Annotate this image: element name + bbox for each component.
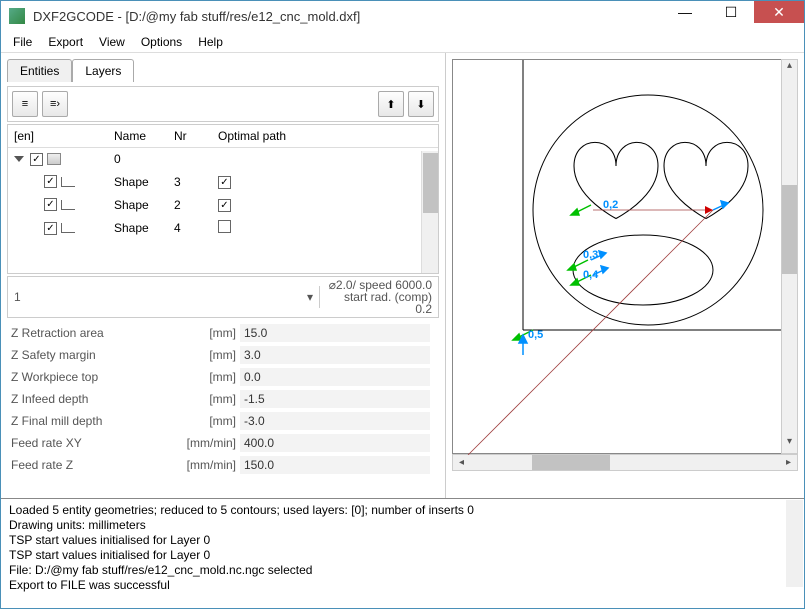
menu-bar: File Export View Options Help bbox=[1, 31, 804, 53]
param-row: Feed rate Z[mm/min]150.0 bbox=[7, 454, 439, 476]
drawing-canvas[interactable]: 0,2 0,3 0,4 0,5 bbox=[452, 59, 798, 454]
svg-text:0,3: 0,3 bbox=[583, 249, 598, 261]
feed-z-field[interactable]: 150.0 bbox=[240, 456, 430, 474]
shape-icon bbox=[61, 200, 75, 210]
menu-help[interactable]: Help bbox=[198, 35, 223, 49]
param-row: Z Safety margin[mm]3.0 bbox=[7, 344, 439, 366]
menu-file[interactable]: File bbox=[13, 35, 32, 49]
tab-entities[interactable]: Entities bbox=[7, 59, 72, 82]
col-en: [en] bbox=[14, 129, 114, 143]
log-scrollbar[interactable] bbox=[786, 500, 803, 587]
layer-selector-row: 1▾ ⌀2.0/ speed 6000.0start rad. (comp) 0… bbox=[7, 276, 439, 318]
param-row: Z Retraction area[mm]15.0 bbox=[7, 322, 439, 344]
checkbox[interactable] bbox=[44, 222, 57, 235]
shape-icon bbox=[61, 177, 75, 187]
menu-options[interactable]: Options bbox=[141, 35, 182, 49]
z-retraction-field[interactable]: 15.0 bbox=[240, 324, 430, 342]
table-row[interactable]: Shape 3 bbox=[8, 170, 438, 193]
feed-xy-field[interactable]: 400.0 bbox=[240, 434, 430, 452]
log-line: Export to FILE was successful bbox=[9, 578, 796, 593]
z-workpiece-field[interactable]: 0.0 bbox=[240, 368, 430, 386]
param-row: Z Infeed depth[mm]-1.5 bbox=[7, 388, 439, 410]
svg-text:0,2: 0,2 bbox=[603, 199, 618, 211]
canvas-vscrollbar[interactable]: ▴▾ bbox=[781, 59, 798, 454]
menu-view[interactable]: View bbox=[99, 35, 125, 49]
col-name: Name bbox=[114, 129, 174, 143]
table-row[interactable]: Shape 2 bbox=[8, 193, 438, 216]
move-up-icon[interactable]: ⬆ bbox=[378, 91, 404, 117]
close-button[interactable]: ✕ bbox=[754, 1, 804, 23]
checkbox[interactable] bbox=[218, 176, 231, 189]
param-row: Z Final mill depth[mm]-3.0 bbox=[7, 410, 439, 432]
tool-info: ⌀2.0/ speed 6000.0start rad. (comp) 0.2 bbox=[320, 277, 438, 317]
checkbox[interactable] bbox=[218, 199, 231, 212]
preview-panel: 0,2 0,3 0,4 0,5 ▴▾ ◂▸ bbox=[446, 53, 804, 498]
svg-text:0,5: 0,5 bbox=[528, 329, 543, 341]
layer-select[interactable]: 1▾ bbox=[8, 286, 320, 308]
canvas-hscrollbar[interactable]: ◂▸ bbox=[452, 454, 798, 471]
param-row: Feed rate XY[mm/min]400.0 bbox=[7, 432, 439, 454]
layer-icon bbox=[47, 153, 61, 165]
layer-toolbar: ≡ ≡› ⬆ ⬇ bbox=[7, 86, 439, 122]
z-finalmill-field[interactable]: -3.0 bbox=[240, 412, 430, 430]
layer-tree[interactable]: [en] Name Nr Optimal path 0 Shape 3 Shap… bbox=[7, 124, 439, 274]
titlebar: DXF2GCODE - [D:/@my fab stuff/res/e12_cn… bbox=[1, 1, 804, 31]
param-row: Z Workpiece top[mm]0.0 bbox=[7, 366, 439, 388]
shape-icon bbox=[61, 223, 75, 233]
col-opt: Optimal path bbox=[204, 129, 314, 143]
log-line: TSP start values initialised for Layer 0 bbox=[9, 548, 796, 563]
checkbox[interactable] bbox=[30, 153, 43, 166]
log-output: Loaded 5 entity geometries; reduced to 5… bbox=[1, 498, 804, 588]
params-panel: Z Retraction area[mm]15.0 Z Safety margi… bbox=[7, 322, 439, 476]
z-infeed-field[interactable]: -1.5 bbox=[240, 390, 430, 408]
col-nr: Nr bbox=[174, 129, 204, 143]
checkbox[interactable] bbox=[44, 198, 57, 211]
checkbox[interactable] bbox=[218, 220, 231, 233]
left-panel: Entities Layers ≡ ≡› ⬆ ⬇ [en] Name Nr Op… bbox=[1, 53, 446, 498]
tab-layers[interactable]: Layers bbox=[72, 59, 134, 82]
minimize-button[interactable]: — bbox=[662, 1, 708, 23]
z-safety-field[interactable]: 3.0 bbox=[240, 346, 430, 364]
expand-icon[interactable] bbox=[14, 156, 24, 162]
checkbox[interactable] bbox=[44, 175, 57, 188]
menu-export[interactable]: Export bbox=[48, 35, 83, 49]
table-row[interactable]: Shape 4 bbox=[8, 216, 438, 240]
collapse-icon[interactable]: ≡ bbox=[12, 91, 38, 117]
svg-text:0,4: 0,4 bbox=[583, 269, 599, 281]
chevron-down-icon: ▾ bbox=[307, 290, 313, 304]
app-icon bbox=[9, 8, 25, 24]
log-line: Drawing units: millimeters bbox=[9, 518, 796, 533]
move-down-icon[interactable]: ⬇ bbox=[408, 91, 434, 117]
window-title: DXF2GCODE - [D:/@my fab stuff/res/e12_cn… bbox=[33, 9, 360, 24]
maximize-button[interactable]: ☐ bbox=[708, 1, 754, 23]
table-row[interactable]: 0 bbox=[8, 148, 438, 170]
expand-icon[interactable]: ≡› bbox=[42, 91, 68, 117]
log-line: File: D:/@my fab stuff/res/e12_cnc_mold.… bbox=[9, 563, 796, 578]
tree-scrollbar[interactable] bbox=[421, 151, 438, 273]
log-line: Loaded 5 entity geometries; reduced to 5… bbox=[9, 503, 796, 518]
log-line: TSP start values initialised for Layer 0 bbox=[9, 533, 796, 548]
